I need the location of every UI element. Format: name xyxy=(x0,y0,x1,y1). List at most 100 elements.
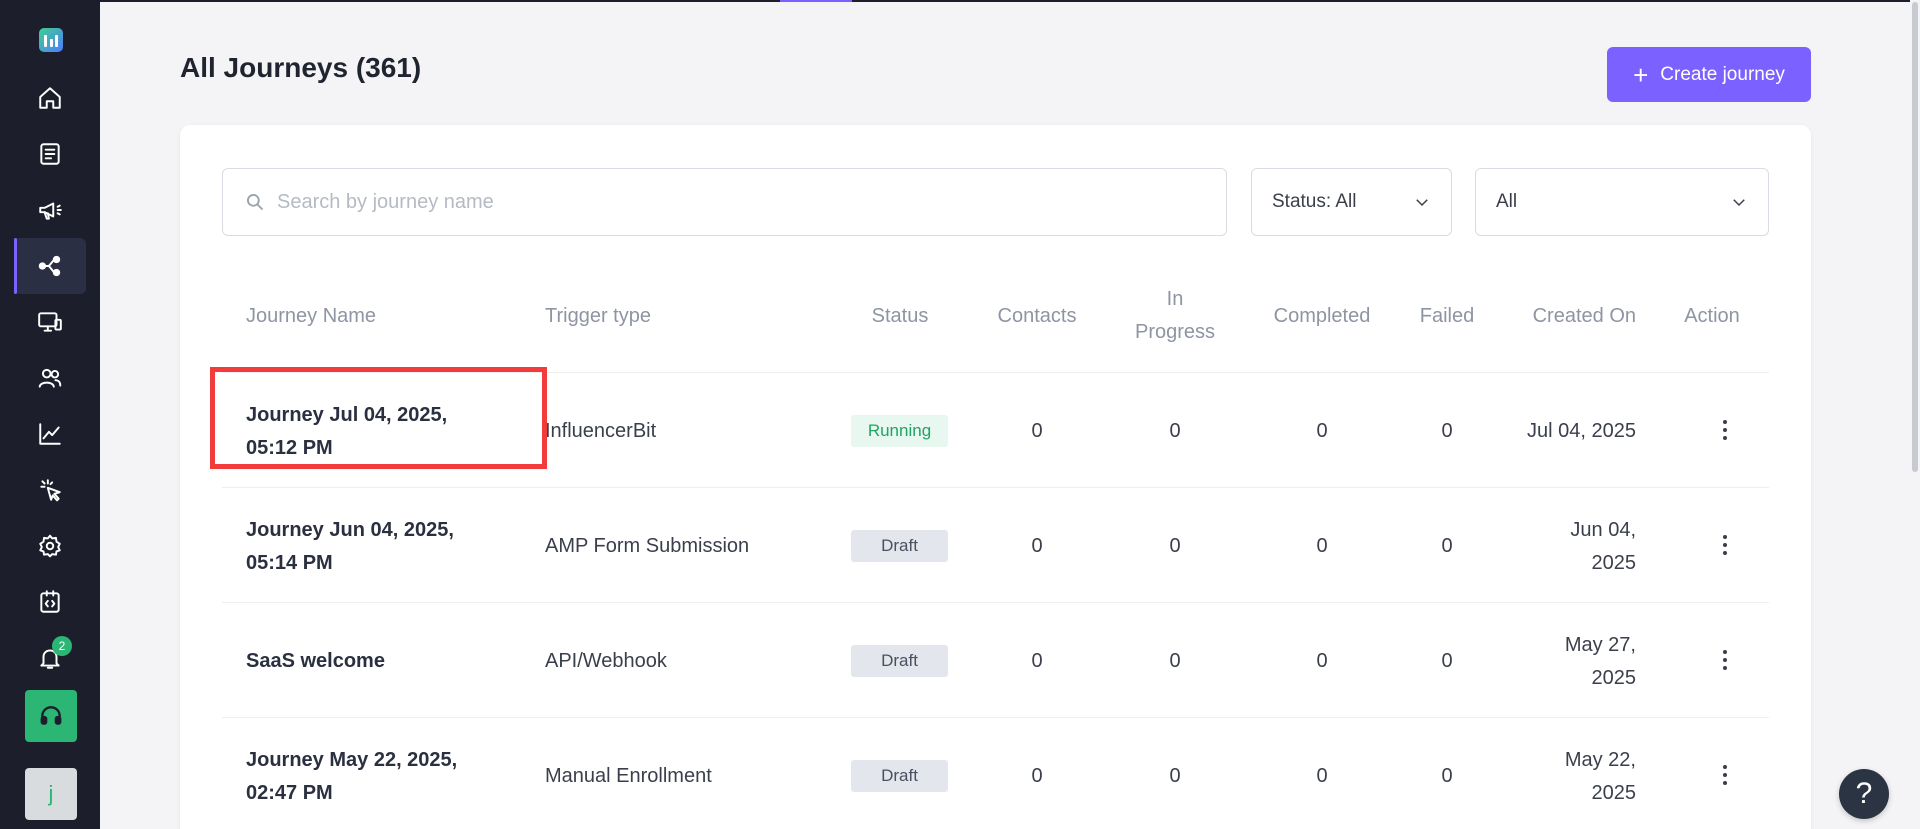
support-button[interactable] xyxy=(25,690,77,742)
row-divider xyxy=(222,717,1769,718)
chevron-down-icon xyxy=(1416,199,1428,207)
status-badge: Draft xyxy=(851,530,948,562)
completed-cell: 0 xyxy=(1316,420,1328,442)
headset-icon xyxy=(40,706,62,725)
created-on-cell: Jun 04, 2025 xyxy=(1500,514,1636,580)
journey-name-line-1: Journey Jun 04, 2025, xyxy=(246,519,454,541)
app-logo[interactable] xyxy=(39,28,63,52)
sidebar-item-home[interactable] xyxy=(14,70,86,126)
column-header-status[interactable]: Status xyxy=(850,300,950,333)
sidebar-item-journeys[interactable] xyxy=(14,238,86,294)
row-divider xyxy=(222,487,1769,488)
row-actions-kebab-icon[interactable] xyxy=(1713,759,1737,791)
journey-name-cell[interactable]: Journey May 22, 2025, 02:47 PM xyxy=(246,744,496,810)
contacts-cell: 0 xyxy=(1031,765,1043,787)
notification-count-badge: 2 xyxy=(52,636,72,656)
column-header-trigger-type[interactable]: Trigger type xyxy=(545,300,651,333)
journey-name-line-2: 05:14 PM xyxy=(246,552,333,574)
in-progress-cell: 0 xyxy=(1169,420,1181,442)
column-header-created-on[interactable]: Created On xyxy=(1500,300,1636,333)
failed-cell: 0 xyxy=(1441,535,1453,557)
journey-name-cell[interactable]: Journey Jun 04, 2025, 05:14 PM xyxy=(246,514,496,580)
sidebar-item-analytics[interactable] xyxy=(14,406,86,462)
created-on-line-2: 2025 xyxy=(1591,782,1637,804)
created-on-line-1: Jul 04, 2025 xyxy=(1527,420,1636,442)
created-on-cell: Jul 04, 2025 xyxy=(1500,415,1636,448)
in-progress-line-1: In xyxy=(1166,288,1184,310)
failed-cell: 0 xyxy=(1441,765,1453,787)
home-icon xyxy=(39,87,61,109)
created-on-line-1: May 22, xyxy=(1564,749,1636,771)
page-scrollbar[interactable] xyxy=(1910,0,1920,829)
column-header-completed[interactable]: Completed xyxy=(1262,300,1382,333)
contacts-cell: 0 xyxy=(1031,535,1043,557)
created-on-cell: May 27, 2025 xyxy=(1500,629,1636,695)
search-box[interactable] xyxy=(222,168,1227,236)
document-list-icon xyxy=(40,143,60,165)
sidebar-item-settings[interactable] xyxy=(14,518,86,574)
completed-cell: 0 xyxy=(1316,650,1328,672)
created-on-line-2: 2025 xyxy=(1591,552,1637,574)
search-icon xyxy=(247,194,264,211)
help-button[interactable]: ? xyxy=(1839,769,1889,819)
column-header-contacts[interactable]: Contacts xyxy=(982,300,1092,333)
failed-cell: 0 xyxy=(1441,650,1453,672)
sidebar-item-developer[interactable] xyxy=(14,574,86,630)
completed-cell: 0 xyxy=(1316,535,1328,557)
journey-name-line-1: Journey May 22, 2025, xyxy=(246,749,458,771)
screen-icon xyxy=(38,312,62,332)
trigger-type-cell: Manual Enrollment xyxy=(545,765,712,787)
completed-cell: 0 xyxy=(1316,765,1328,787)
click-cursor-icon xyxy=(40,479,61,502)
created-on-line-1: Jun 04, xyxy=(1570,519,1636,541)
sidebar-item-documents[interactable] xyxy=(14,126,86,182)
sidebar-item-screens[interactable] xyxy=(14,294,86,350)
status-filter-dropdown[interactable]: Status: All xyxy=(1251,168,1452,236)
top-accent-segment xyxy=(780,0,852,2)
status-badge: Draft xyxy=(851,760,948,792)
created-on-line-2: 2025 xyxy=(1591,667,1637,689)
row-divider xyxy=(222,602,1769,603)
row-actions-kebab-icon[interactable] xyxy=(1713,644,1737,676)
plus-icon: + xyxy=(1633,59,1649,90)
status-filter-value: Status: All xyxy=(1272,191,1357,212)
megaphone-icon xyxy=(39,202,62,220)
trigger-type-cell: API/Webhook xyxy=(545,650,667,672)
failed-cell: 0 xyxy=(1441,420,1453,442)
journey-name-line-1: SaaS welcome xyxy=(246,650,385,672)
highlight-box xyxy=(210,367,547,469)
row-actions-kebab-icon[interactable] xyxy=(1713,414,1737,446)
user-avatar[interactable]: j xyxy=(25,768,77,820)
type-filter-dropdown[interactable]: All xyxy=(1475,168,1769,236)
column-header-journey-name[interactable]: Journey Name xyxy=(246,300,376,333)
in-progress-cell: 0 xyxy=(1169,535,1181,557)
settings-gear-icon xyxy=(39,534,61,558)
top-border xyxy=(100,0,1920,2)
in-progress-cell: 0 xyxy=(1169,650,1181,672)
create-journey-button[interactable]: + Create journey xyxy=(1607,47,1811,102)
sidebar-item-notifications[interactable]: 2 xyxy=(14,630,86,686)
analytics-chart-icon xyxy=(39,423,61,445)
sidebar-item-tracking[interactable] xyxy=(14,462,86,518)
trigger-type-cell: AMP Form Submission xyxy=(545,535,750,557)
row-actions-kebab-icon[interactable] xyxy=(1713,529,1737,561)
sidebar-item-contacts[interactable] xyxy=(14,350,86,406)
sidebar: 2 j xyxy=(0,0,100,829)
journey-flow-icon xyxy=(38,255,61,277)
column-header-action: Action xyxy=(1684,305,1740,327)
column-header-in-progress[interactable]: In Progress xyxy=(1125,283,1225,349)
scrollbar-thumb[interactable] xyxy=(1912,2,1918,472)
journey-name-cell[interactable]: SaaS welcome xyxy=(246,645,496,678)
column-header-failed[interactable]: Failed xyxy=(1407,300,1487,333)
status-badge: Draft xyxy=(851,645,948,677)
in-progress-line-2: Progress xyxy=(1134,321,1216,343)
search-input[interactable] xyxy=(277,190,1177,214)
chevron-down-icon xyxy=(1733,199,1745,207)
type-filter-value: All xyxy=(1496,191,1518,212)
journey-name-line-2: 02:47 PM xyxy=(246,782,333,804)
trigger-type-cell: InfluencerBit xyxy=(545,420,657,442)
users-icon xyxy=(38,368,62,388)
page-title: All Journeys (361) xyxy=(180,52,422,83)
contacts-cell: 0 xyxy=(1031,650,1043,672)
sidebar-item-campaigns[interactable] xyxy=(14,182,86,238)
